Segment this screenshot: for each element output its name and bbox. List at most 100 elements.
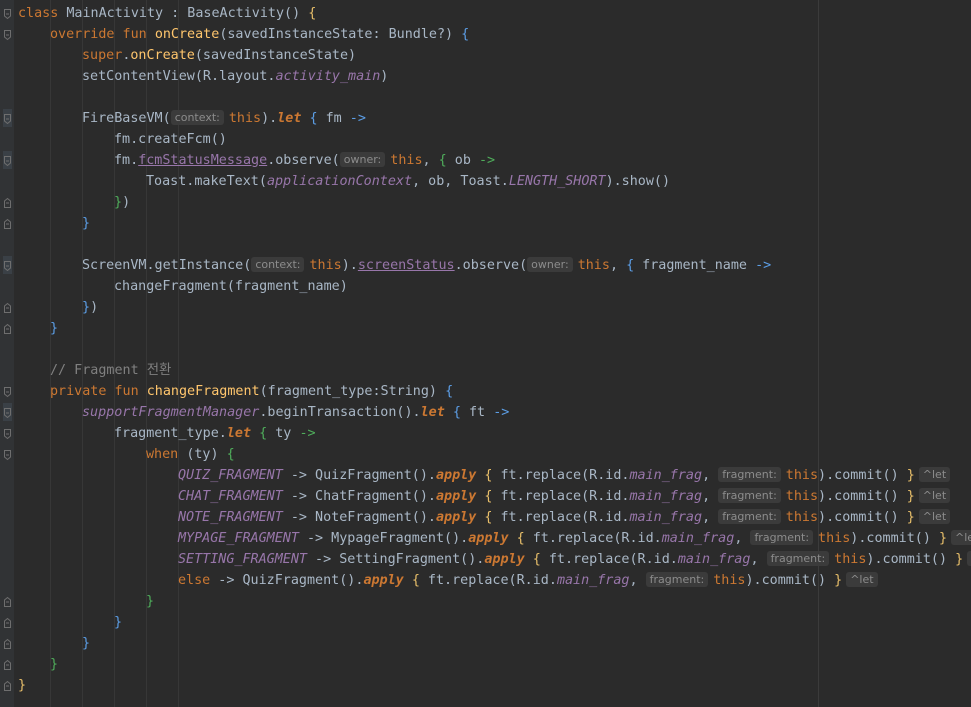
keyword-token: override fun bbox=[50, 27, 155, 42]
inlay-parameter-hint: fragment: bbox=[645, 572, 709, 587]
code-line[interactable]: QUIZ_FRAGMENT -> QuizFragment().apply { … bbox=[18, 465, 955, 486]
property-token: SETTING_FRAGMENT bbox=[178, 552, 307, 567]
code-token: , bbox=[629, 573, 646, 588]
inlay-hint-let: ^let bbox=[967, 551, 971, 566]
fold-end-icon[interactable] bbox=[3, 638, 12, 650]
scope-function-keyword: let bbox=[277, 111, 302, 126]
fold-toggle-icon[interactable] bbox=[3, 449, 12, 461]
code-line[interactable]: MYPAGE_FRAGMENT -> MypageFragment().appl… bbox=[18, 528, 971, 549]
fold-toggle-icon[interactable] bbox=[3, 386, 12, 398]
fold-end-icon[interactable] bbox=[3, 197, 12, 209]
inlay-parameter-hint: fragment: bbox=[718, 509, 781, 524]
this-keyword: this bbox=[713, 573, 746, 588]
fold-toggle-icon[interactable] bbox=[3, 407, 12, 419]
scope-function-keyword: apply bbox=[363, 573, 404, 588]
code-line[interactable]: class MainActivity : BaseActivity() { bbox=[18, 3, 316, 24]
code-token: ).commit() bbox=[850, 531, 939, 546]
fold-end-icon[interactable] bbox=[3, 323, 12, 335]
code-token: ty bbox=[267, 426, 300, 441]
code-line[interactable]: setContentView(R.layout.activity_main) bbox=[18, 66, 388, 87]
brace-token: { bbox=[532, 552, 541, 567]
right-margin-guide bbox=[818, 0, 819, 707]
code-line[interactable]: SETTING_FRAGMENT -> SettingFragment().ap… bbox=[18, 549, 971, 570]
brace-token: { bbox=[626, 258, 635, 273]
code-token: MainActivity : BaseActivity() bbox=[66, 6, 309, 21]
code-line[interactable]: else -> QuizFragment().apply { ft.replac… bbox=[18, 570, 883, 591]
inlay-parameter-hint: fragment: bbox=[750, 530, 814, 545]
property-reference: screenStatus bbox=[357, 258, 455, 273]
code-line[interactable]: }) bbox=[18, 297, 98, 318]
code-line[interactable]: CHAT_FRAGMENT -> ChatFragment().apply { … bbox=[18, 486, 955, 507]
code-line[interactable]: override fun onCreate(savedInstanceState… bbox=[18, 24, 469, 45]
inlay-parameter-hint: context: bbox=[251, 257, 305, 272]
brace-token: } bbox=[114, 615, 123, 630]
brace-token: { bbox=[452, 405, 461, 420]
code-line[interactable]: }) bbox=[18, 192, 130, 213]
inlay-hint-let: ^let bbox=[918, 509, 951, 524]
brace-token: } bbox=[955, 552, 964, 567]
brace-token: } bbox=[50, 657, 59, 672]
code-token: .beginTransaction(). bbox=[259, 405, 421, 420]
code-line[interactable]: // Fragment 전환 bbox=[18, 360, 171, 381]
fold-end-icon[interactable] bbox=[3, 680, 12, 692]
scope-function-keyword: let bbox=[420, 405, 445, 420]
this-keyword: this bbox=[834, 552, 867, 567]
brace-token: { bbox=[438, 153, 447, 168]
this-keyword: this bbox=[785, 489, 819, 504]
fold-toggle-icon[interactable] bbox=[3, 8, 12, 20]
property-token: NOTE_FRAGMENT bbox=[178, 510, 283, 525]
code-line[interactable]: fragment_type.let { ty -> bbox=[18, 423, 316, 444]
property-token: QUIZ_FRAGMENT bbox=[178, 468, 283, 483]
brace-token: } bbox=[82, 300, 91, 315]
fold-end-icon[interactable] bbox=[3, 617, 12, 629]
code-token: ft.replace(R.id. bbox=[419, 573, 557, 588]
code-line[interactable]: ScreenVM.getInstance(context: this).scree… bbox=[18, 255, 771, 276]
code-token: , bbox=[702, 468, 719, 483]
property-token: main_frag bbox=[556, 573, 630, 588]
brace-token: -> bbox=[299, 426, 316, 441]
property-token: main_frag bbox=[677, 552, 751, 567]
fold-toggle-icon[interactable] bbox=[3, 260, 12, 272]
fold-toggle-icon[interactable] bbox=[3, 113, 12, 125]
code-token: .observe( bbox=[267, 153, 340, 168]
code-line[interactable]: } bbox=[18, 633, 90, 654]
fold-end-icon[interactable] bbox=[3, 659, 12, 671]
fold-end-icon[interactable] bbox=[3, 218, 12, 230]
code-line[interactable]: when (ty) { bbox=[18, 444, 235, 465]
brace-token: } bbox=[50, 321, 59, 336]
fold-toggle-icon[interactable] bbox=[3, 155, 12, 167]
property-token: MYPAGE_FRAGMENT bbox=[178, 531, 299, 546]
code-token: ) bbox=[380, 69, 389, 84]
fold-end-icon[interactable] bbox=[3, 596, 12, 608]
fold-toggle-icon[interactable] bbox=[3, 29, 12, 41]
code-token: , ob, Toast. bbox=[412, 174, 509, 189]
code-line[interactable]: private fun changeFragment(fragment_type… bbox=[18, 381, 453, 402]
code-line[interactable]: fm.fcmStatusMessage.observe(owner: this, … bbox=[18, 150, 495, 171]
code-line[interactable]: supportFragmentManager.beginTransaction(… bbox=[18, 402, 509, 423]
inlay-parameter-hint: fragment: bbox=[766, 551, 830, 566]
code-line[interactable]: Toast.makeText(applicationContext, ob, T… bbox=[18, 171, 670, 192]
code-line[interactable]: } bbox=[18, 591, 154, 612]
code-line[interactable]: } bbox=[18, 213, 90, 234]
fold-end-icon[interactable] bbox=[3, 302, 12, 314]
code-line[interactable]: } bbox=[18, 654, 58, 675]
property-token: CHAT_FRAGMENT bbox=[178, 489, 283, 504]
code-line[interactable]: } bbox=[18, 675, 26, 696]
code-line[interactable]: } bbox=[18, 612, 122, 633]
scope-function-keyword: apply bbox=[468, 531, 509, 546]
inlay-hint-let: ^let bbox=[951, 530, 971, 545]
this-keyword: this bbox=[577, 258, 610, 273]
code-token: changeFragment(fragment_name) bbox=[114, 279, 348, 294]
code-line[interactable]: FireBaseVM(context: this).let { fm -> bbox=[18, 108, 366, 129]
code-line[interactable]: changeFragment(fragment_name) bbox=[18, 276, 348, 297]
brace-token: } bbox=[906, 489, 915, 504]
fold-toggle-icon[interactable] bbox=[3, 428, 12, 440]
property-token: LENGTH_SHORT bbox=[508, 174, 606, 189]
code-line[interactable]: super.onCreate(savedInstanceState) bbox=[18, 45, 356, 66]
indent-guide-line bbox=[178, 0, 179, 707]
code-line[interactable]: NOTE_FRAGMENT -> NoteFragment().apply { … bbox=[18, 507, 955, 528]
code-line[interactable]: fm.createFcm() bbox=[18, 129, 227, 150]
brace-token: { bbox=[308, 6, 317, 21]
code-token: ). bbox=[341, 258, 358, 273]
code-line[interactable]: } bbox=[18, 318, 58, 339]
